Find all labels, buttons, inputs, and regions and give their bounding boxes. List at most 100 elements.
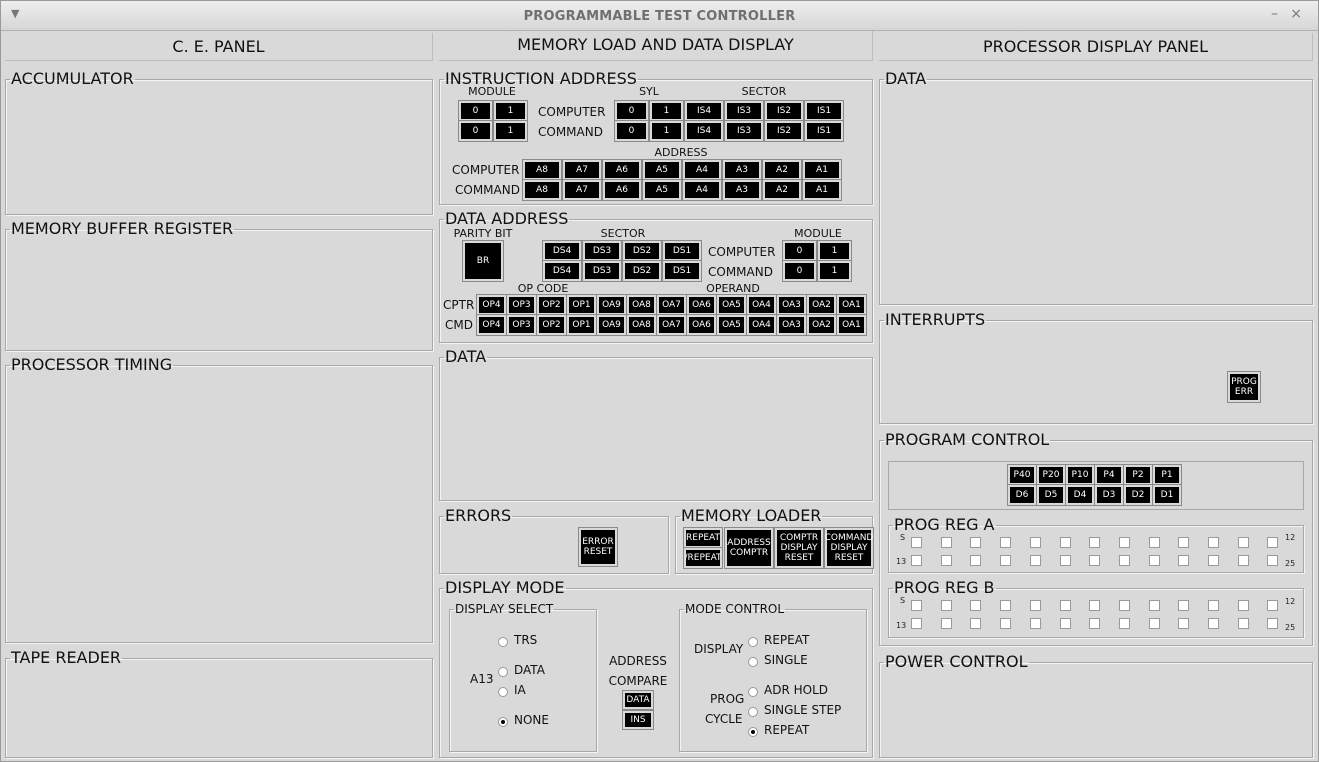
reg-b-row1-checkbox[interactable] (1237, 600, 1249, 611)
da-command-sector-button[interactable]: DS1 (662, 260, 702, 282)
ia-computer-address-button[interactable]: A7 (562, 159, 602, 181)
ia-command-sector-button[interactable]: IS2 (764, 120, 804, 142)
reg-a-row2-checkbox[interactable] (911, 555, 922, 566)
da-computer-sector-button[interactable]: DS1 (662, 240, 702, 262)
ia-computer-sector-button[interactable]: IS4 (684, 100, 724, 122)
da-command-module-button[interactable]: 1 (817, 260, 852, 282)
p-register-button[interactable]: P4 (1094, 464, 1124, 486)
ia-command-sector-button[interactable]: IS4 (684, 120, 724, 142)
da-cmd-op-button[interactable]: OA2 (806, 314, 837, 336)
da-cptr-op-button[interactable]: OA7 (656, 294, 687, 316)
p-register-button[interactable]: P1 (1152, 464, 1182, 486)
d-register-button[interactable]: D2 (1123, 484, 1153, 506)
reg-a-row1-checkbox[interactable] (1089, 537, 1101, 548)
reg-b-row2-checkbox[interactable] (970, 618, 982, 629)
da-cptr-op-button[interactable]: OP4 (476, 294, 507, 316)
display-repeat-radio[interactable] (748, 637, 758, 647)
reg-b-row1-checkbox[interactable] (1267, 600, 1279, 611)
reg-a-row1-checkbox[interactable] (1000, 537, 1012, 548)
ia-computer-address-button[interactable]: A3 (722, 159, 762, 181)
da-computer-sector-button[interactable]: DS3 (582, 240, 622, 262)
repeat-button[interactable]: REPEAT (683, 527, 723, 549)
da-cptr-op-button[interactable]: OA1 (836, 294, 867, 316)
cycle-repeat-radio[interactable] (748, 727, 758, 737)
d-register-button[interactable]: D1 (1152, 484, 1182, 506)
reg-a-row2-checkbox[interactable] (1148, 555, 1160, 566)
ia-command-address-button[interactable]: A1 (802, 179, 842, 201)
da-cmd-op-button[interactable]: OA6 (686, 314, 717, 336)
adr-hold-radio[interactable] (748, 687, 758, 697)
da-cptr-op-button[interactable]: OP1 (566, 294, 597, 316)
ia-command-address-button[interactable]: A6 (602, 179, 642, 201)
reg-b-row2-checkbox[interactable] (1148, 618, 1160, 629)
ia-computer-syl-button[interactable]: 0 (614, 100, 649, 122)
minimize-button[interactable]: – (1271, 6, 1278, 22)
reg-b-row1-checkbox[interactable] (1148, 600, 1160, 611)
reg-b-row1-checkbox[interactable] (1000, 600, 1012, 611)
command-display-reset-button[interactable]: COMMAND DISPLAY RESET (824, 527, 874, 569)
not-repeat-button[interactable]: /REPEAT (683, 547, 723, 569)
compare-ins-button[interactable]: INS (622, 710, 654, 730)
reg-a-row2-checkbox[interactable] (1178, 555, 1190, 566)
ia-command-address-button[interactable]: A7 (562, 179, 602, 201)
ia-command-module-button[interactable]: 1 (493, 120, 528, 142)
comptr-display-reset-button[interactable]: COMPTR DISPLAY RESET (774, 527, 824, 569)
d-register-button[interactable]: D3 (1094, 484, 1124, 506)
ia-command-syl-button[interactable]: 1 (649, 120, 684, 142)
reg-b-row2-checkbox[interactable] (911, 618, 922, 629)
da-command-module-button[interactable]: 0 (782, 260, 817, 282)
d-register-button[interactable]: D6 (1007, 484, 1037, 506)
none-radio[interactable] (498, 717, 508, 727)
reg-b-row1-checkbox[interactable] (1059, 600, 1071, 611)
ia-computer-sector-button[interactable]: IS3 (724, 100, 764, 122)
address-comptr-button[interactable]: ADDRESS COMPTR (724, 527, 774, 569)
da-cptr-op-button[interactable]: OA8 (626, 294, 657, 316)
da-cptr-op-button[interactable]: OA4 (746, 294, 777, 316)
ia-computer-address-button[interactable]: A6 (602, 159, 642, 181)
reg-b-row2-checkbox[interactable] (1267, 618, 1279, 629)
da-cmd-op-button[interactable]: OA1 (836, 314, 867, 336)
p-register-button[interactable]: P40 (1007, 464, 1037, 486)
reg-a-row1-checkbox[interactable] (1237, 537, 1249, 548)
da-cptr-op-button[interactable]: OP2 (536, 294, 567, 316)
reg-a-row2-checkbox[interactable] (1089, 555, 1101, 566)
p-register-button[interactable]: P10 (1065, 464, 1095, 486)
da-cptr-op-button[interactable]: OA2 (806, 294, 837, 316)
da-cmd-op-button[interactable]: OA7 (656, 314, 687, 336)
reg-b-row1-checkbox[interactable] (940, 600, 952, 611)
single-step-radio[interactable] (748, 707, 758, 717)
reg-b-row2-checkbox[interactable] (1208, 618, 1219, 629)
reg-a-row2-checkbox[interactable] (940, 555, 952, 566)
reg-a-row1-checkbox[interactable] (1118, 537, 1130, 548)
da-computer-module-button[interactable]: 1 (817, 240, 852, 262)
ia-computer-module-button[interactable]: 0 (458, 100, 493, 122)
ia-command-address-button[interactable]: A4 (682, 179, 722, 201)
da-command-sector-button[interactable]: DS3 (582, 260, 622, 282)
p-register-button[interactable]: P20 (1036, 464, 1066, 486)
ia-computer-sector-button[interactable]: IS2 (764, 100, 804, 122)
da-computer-sector-button[interactable]: DS4 (542, 240, 582, 262)
reg-a-row1-checkbox[interactable] (940, 537, 952, 548)
ia-command-module-button[interactable]: 0 (458, 120, 493, 142)
da-cmd-op-button[interactable]: OP2 (536, 314, 567, 336)
ia-computer-syl-button[interactable]: 1 (649, 100, 684, 122)
ia-computer-address-button[interactable]: A5 (642, 159, 682, 181)
d-register-button[interactable]: D5 (1036, 484, 1066, 506)
reg-b-row2-checkbox[interactable] (1118, 618, 1130, 629)
reg-a-row2-checkbox[interactable] (1267, 555, 1279, 566)
da-cmd-op-button[interactable]: OA5 (716, 314, 747, 336)
ia-command-address-button[interactable]: A8 (522, 179, 562, 201)
da-cmd-op-button[interactable]: OA9 (596, 314, 627, 336)
da-cmd-op-button[interactable]: OP3 (506, 314, 537, 336)
reg-a-row2-checkbox[interactable] (1237, 555, 1249, 566)
da-cmd-op-button[interactable]: OA3 (776, 314, 807, 336)
reg-b-row1-checkbox[interactable] (970, 600, 982, 611)
reg-b-row1-checkbox[interactable] (1029, 600, 1041, 611)
ia-computer-module-button[interactable]: 1 (493, 100, 528, 122)
da-cmd-op-button[interactable]: OA8 (626, 314, 657, 336)
reg-a-row2-checkbox[interactable] (970, 555, 982, 566)
reg-a-row2-checkbox[interactable] (1059, 555, 1071, 566)
ia-command-address-button[interactable]: A5 (642, 179, 682, 201)
reg-a-row1-checkbox[interactable] (1178, 537, 1190, 548)
ia-command-address-button[interactable]: A2 (762, 179, 802, 201)
